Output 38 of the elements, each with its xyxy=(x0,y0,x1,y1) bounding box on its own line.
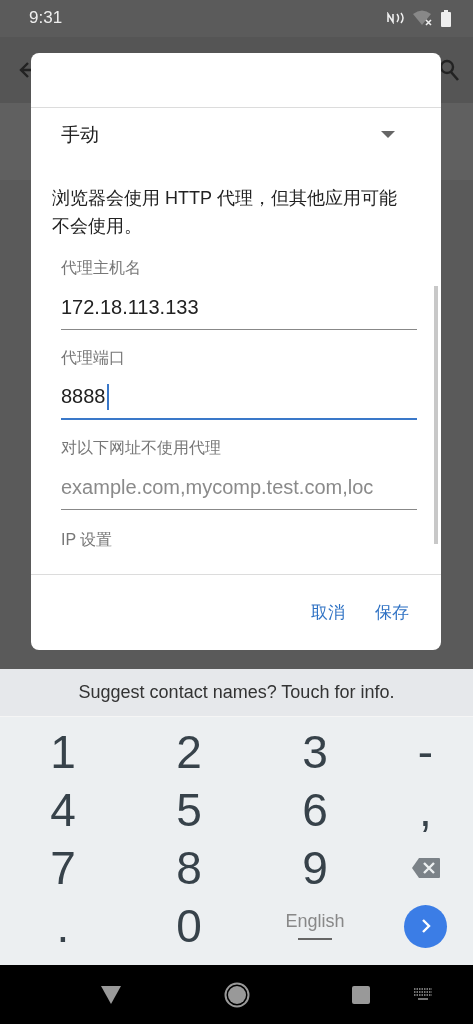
suggestion-strip[interactable]: Suggest contact names? Touch for info. xyxy=(0,669,473,718)
backspace-key[interactable] xyxy=(410,857,441,880)
recents-icon[interactable] xyxy=(352,986,370,1005)
key[interactable]: 0 xyxy=(176,903,202,950)
status-time: 9:31 xyxy=(29,8,63,29)
key[interactable]: 5 xyxy=(176,787,202,834)
field-label: 对以下网址不使用代理 xyxy=(61,437,222,458)
key[interactable]: 7 xyxy=(50,845,76,892)
input-field[interactable]: example.com,mycomp.test.com,loc xyxy=(61,465,417,510)
key[interactable]: 2 xyxy=(176,729,202,776)
key[interactable]: 8 xyxy=(176,845,202,892)
back-icon[interactable] xyxy=(101,986,121,1005)
home-icon[interactable] xyxy=(224,982,250,1009)
dialog-button[interactable]: 取消 xyxy=(301,592,355,632)
key[interactable]: - xyxy=(417,729,434,776)
field-label: 代理主机名 xyxy=(61,257,142,278)
dialog-button[interactable]: 保存 xyxy=(365,592,419,632)
dropdown-caret-icon xyxy=(381,131,395,139)
field-label: 代理端口 xyxy=(61,347,126,368)
search-icon[interactable] xyxy=(439,58,459,81)
input-field[interactable]: 8888 xyxy=(61,375,417,420)
key[interactable]: 1 xyxy=(50,729,76,776)
proxy-note: 浏览器会使用 HTTP 代理，但其他应用可能不会使用。 xyxy=(52,186,398,238)
chevron-icon xyxy=(419,918,432,935)
battery-icon xyxy=(441,10,451,27)
key[interactable]: 6 xyxy=(302,787,328,834)
input-field[interactable]: 172.18.113.133 xyxy=(61,285,417,330)
next-key[interactable] xyxy=(404,904,447,948)
key[interactable]: 4 xyxy=(50,787,76,834)
keyboard-icon[interactable] xyxy=(413,988,433,1001)
key[interactable]: 9 xyxy=(302,845,328,892)
proxy-mode-dropdown[interactable]: 手动 xyxy=(52,107,417,162)
key[interactable]: , xyxy=(419,787,432,834)
key[interactable]: . xyxy=(56,903,70,950)
section-label: IP 设置 xyxy=(61,529,114,550)
key[interactable]: 3 xyxy=(302,729,328,776)
wifi-off-icon xyxy=(413,10,433,27)
nfc-icon xyxy=(387,12,405,25)
